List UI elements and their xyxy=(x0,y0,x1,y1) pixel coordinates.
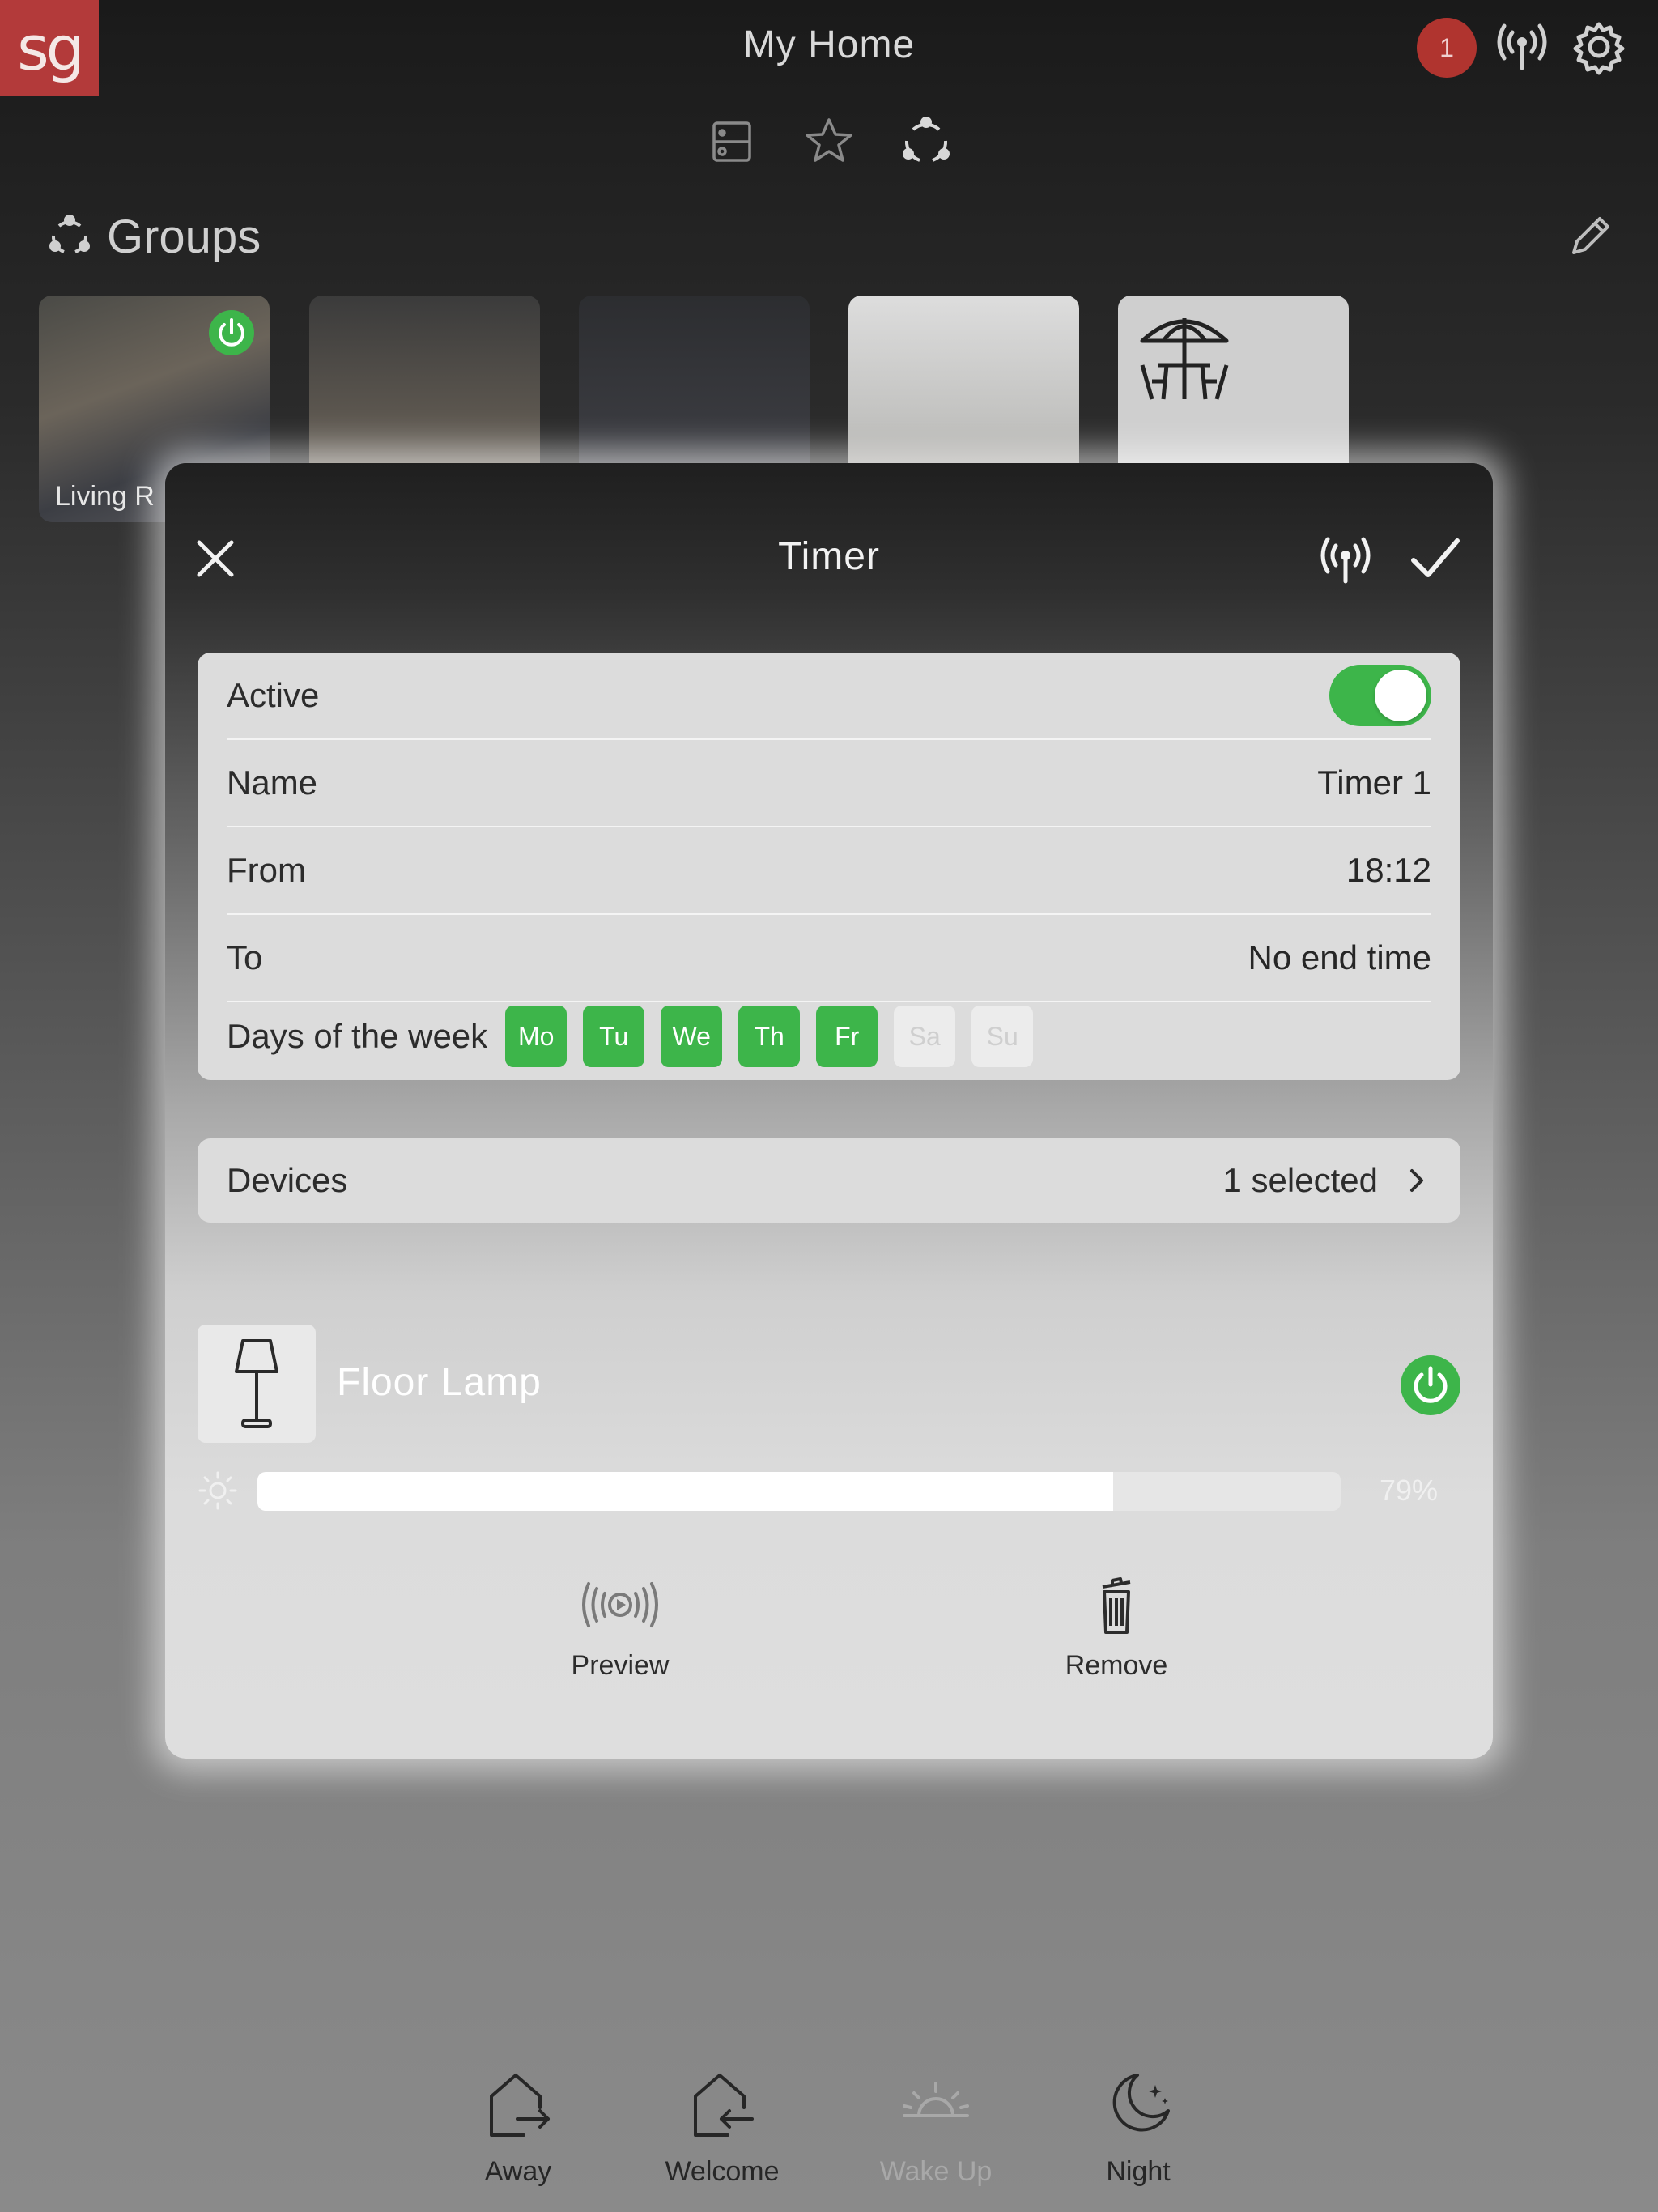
from-label: From xyxy=(227,851,306,889)
brightness-fill xyxy=(257,1472,1114,1511)
groups-title: Groups xyxy=(107,210,261,263)
from-row[interactable]: From 18:12 xyxy=(227,827,1431,915)
scene-welcome[interactable]: Welcome xyxy=(633,2069,811,2188)
scene-away-label: Away xyxy=(484,2156,552,2187)
edit-pencil-icon[interactable] xyxy=(1562,212,1616,261)
patio-umbrella-icon xyxy=(1140,318,1229,400)
preview-button[interactable]: Preview xyxy=(499,1572,742,1682)
app-title: My Home xyxy=(742,23,916,66)
day-sunday[interactable]: Su xyxy=(971,1006,1034,1067)
scene-wake-up-label: Wake Up xyxy=(879,2156,993,2187)
scene-wake-up[interactable]: Wake Up xyxy=(847,2069,1025,2188)
trash-icon xyxy=(1102,1577,1131,1634)
signal-icon[interactable] xyxy=(1490,18,1554,76)
device-name: Floor Lamp xyxy=(337,1361,542,1404)
day-saturday[interactable]: Sa xyxy=(894,1006,956,1067)
day-thursday[interactable]: Th xyxy=(738,1006,801,1067)
from-value[interactable]: 18:12 xyxy=(1346,851,1431,890)
view-switcher xyxy=(0,113,1658,170)
to-label: To xyxy=(227,938,263,976)
preview-play-icon xyxy=(582,1582,658,1627)
welcome-house-icon xyxy=(694,2074,754,2137)
signal-icon[interactable] xyxy=(1313,531,1378,588)
day-tuesday[interactable]: Tu xyxy=(583,1006,645,1067)
day-picker: Mo Tu We Th Fr Sa Su xyxy=(505,1006,1049,1067)
name-value[interactable]: Timer 1 xyxy=(1317,764,1431,802)
remove-button[interactable]: Remove xyxy=(995,1572,1238,1682)
to-row[interactable]: To No end time xyxy=(227,915,1431,1002)
preview-label: Preview xyxy=(571,1650,670,1681)
active-toggle[interactable] xyxy=(1329,665,1431,726)
active-row: Active xyxy=(227,653,1431,740)
active-label: Active xyxy=(227,676,320,714)
groups-icon xyxy=(49,215,90,253)
notification-badge[interactable]: 1 xyxy=(1417,18,1477,78)
day-wednesday[interactable]: We xyxy=(661,1006,723,1067)
sunrise-icon xyxy=(903,2082,969,2117)
name-label: Name xyxy=(227,764,318,802)
day-friday[interactable]: Fr xyxy=(816,1006,878,1067)
devices-value: 1 selected xyxy=(1222,1161,1378,1199)
group-power-on-icon[interactable] xyxy=(209,310,254,355)
scene-away[interactable]: Away xyxy=(429,2069,607,2188)
timer-modal: Timer Active Name Timer 1 From 18:12 To … xyxy=(165,463,1493,1759)
brightness-row: 79% xyxy=(198,1467,1460,1516)
brightness-slider[interactable] xyxy=(257,1472,1341,1511)
to-value[interactable]: No end time xyxy=(1248,938,1431,977)
modal-title: Timer xyxy=(778,535,880,578)
days-label: Days of the week xyxy=(227,1017,488,1055)
devices-row[interactable]: Devices 1 selected xyxy=(198,1138,1460,1223)
name-row[interactable]: Name Timer 1 xyxy=(227,740,1431,827)
device-power-icon[interactable] xyxy=(1401,1355,1460,1415)
scene-night-label: Night xyxy=(1106,2156,1171,2187)
scene-welcome-label: Welcome xyxy=(665,2156,780,2187)
device-floor-lamp: Floor Lamp xyxy=(198,1325,1460,1443)
groups-header: Groups xyxy=(45,206,261,266)
devices-label: Devices xyxy=(227,1161,348,1199)
confirm-check-icon[interactable] xyxy=(1407,533,1464,585)
group-tile-label: Living R xyxy=(55,481,155,512)
groups-view-icon[interactable] xyxy=(897,113,955,170)
favorites-view-icon[interactable] xyxy=(800,113,858,170)
brightness-value: 79% xyxy=(1380,1474,1439,1507)
moon-stars-icon xyxy=(1112,2074,1170,2132)
chevron-right-icon xyxy=(1410,1169,1423,1192)
away-house-icon xyxy=(490,2074,550,2137)
timer-settings-card: Active Name Timer 1 From 18:12 To No end… xyxy=(198,653,1460,1080)
day-monday[interactable]: Mo xyxy=(505,1006,568,1067)
scene-night[interactable]: Night xyxy=(1049,2069,1227,2188)
floor-lamp-icon xyxy=(198,1325,316,1443)
brightness-sun-icon xyxy=(198,1471,237,1510)
remove-label: Remove xyxy=(1065,1650,1168,1681)
rooms-view-icon[interactable] xyxy=(703,113,761,170)
days-row: Days of the week Mo Tu We Th Fr Sa Su xyxy=(227,993,1431,1080)
gear-icon[interactable] xyxy=(1567,18,1631,76)
